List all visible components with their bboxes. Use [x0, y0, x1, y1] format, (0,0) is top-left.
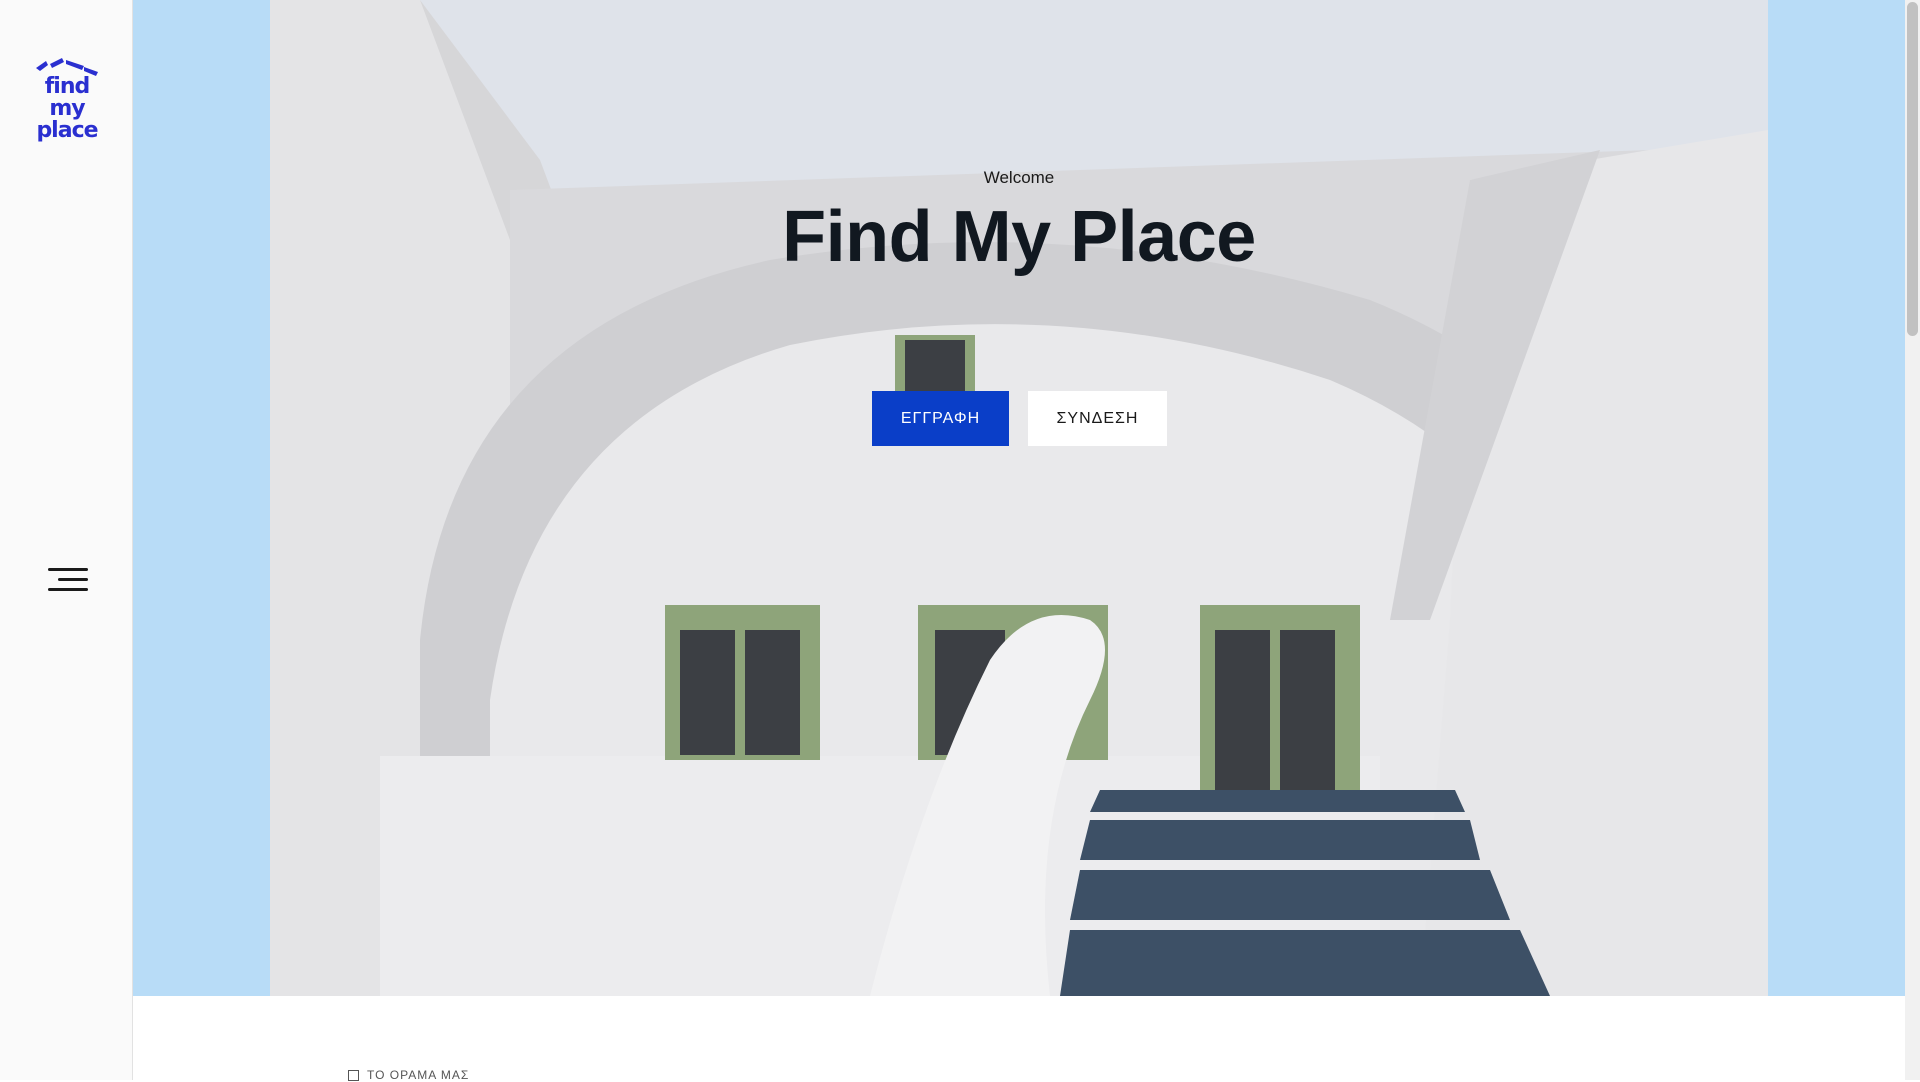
building-illustration	[270, 0, 1768, 996]
find-my-place-logo[interactable]: find my place	[34, 58, 100, 142]
login-button[interactable]: ΣΥΝΔΕΣΗ	[1028, 391, 1167, 446]
logo-line1: find my	[44, 74, 91, 121]
logo-text: find my place	[34, 76, 100, 142]
sidebar: find my place	[0, 0, 133, 1080]
menu-line	[48, 588, 88, 591]
hero-section: Welcome Find My Place ΕΓΓΡΑΦΗ ΣΥΝΔΕΣΗ	[133, 0, 1905, 996]
logo-line2: place	[36, 118, 98, 143]
welcome-text: Welcome	[983, 168, 1055, 187]
hero-photo	[270, 0, 1768, 996]
menu-line	[58, 578, 88, 581]
scrollbar-thumb[interactable]	[1907, 2, 1918, 336]
page-scrollbar[interactable]	[1905, 0, 1920, 1080]
hamburger-menu-icon[interactable]	[44, 566, 88, 594]
menu-line	[48, 568, 88, 571]
register-button[interactable]: ΕΓΓΡΑΦΗ	[872, 391, 1009, 446]
hero-title: Find My Place	[782, 197, 1256, 277]
